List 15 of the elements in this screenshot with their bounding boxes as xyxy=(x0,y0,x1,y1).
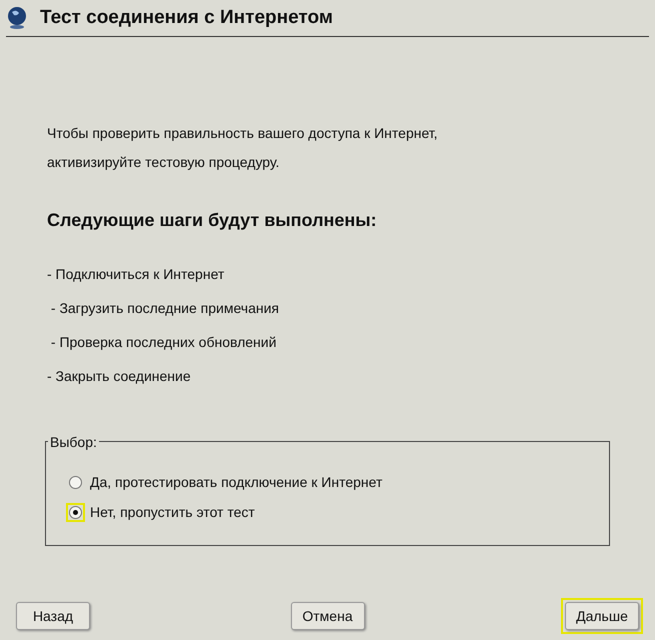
dialog-button[interactable]: Назад xyxy=(16,602,90,630)
step-item: - Закрыть соединение xyxy=(47,367,192,386)
radio-label[interactable]: Нет, пропустить этот тест xyxy=(90,502,255,523)
intro-text: Чтобы проверить правильность вашего доступа к Интернет, xyxy=(47,124,439,143)
intro-text: активизируйте тестовую процедуру. xyxy=(47,153,280,172)
step-item: - Загрузить последние примечания xyxy=(50,299,280,318)
globe-icon xyxy=(6,6,28,30)
window-title: Тест соединения с Интернетом xyxy=(40,6,333,30)
dialog-button[interactable]: Дальше xyxy=(565,602,639,630)
radio-label[interactable]: Да, протестировать подключение к Интернет xyxy=(90,472,382,493)
step-item: - Подключиться к Интернет xyxy=(47,265,226,284)
step-item: - Проверка последних обновлений xyxy=(50,333,278,352)
radio-button[interactable] xyxy=(66,503,85,522)
steps-heading: Следующие шаги будут выполнены: xyxy=(47,209,378,232)
dialog-button[interactable]: Отмена xyxy=(290,602,364,630)
